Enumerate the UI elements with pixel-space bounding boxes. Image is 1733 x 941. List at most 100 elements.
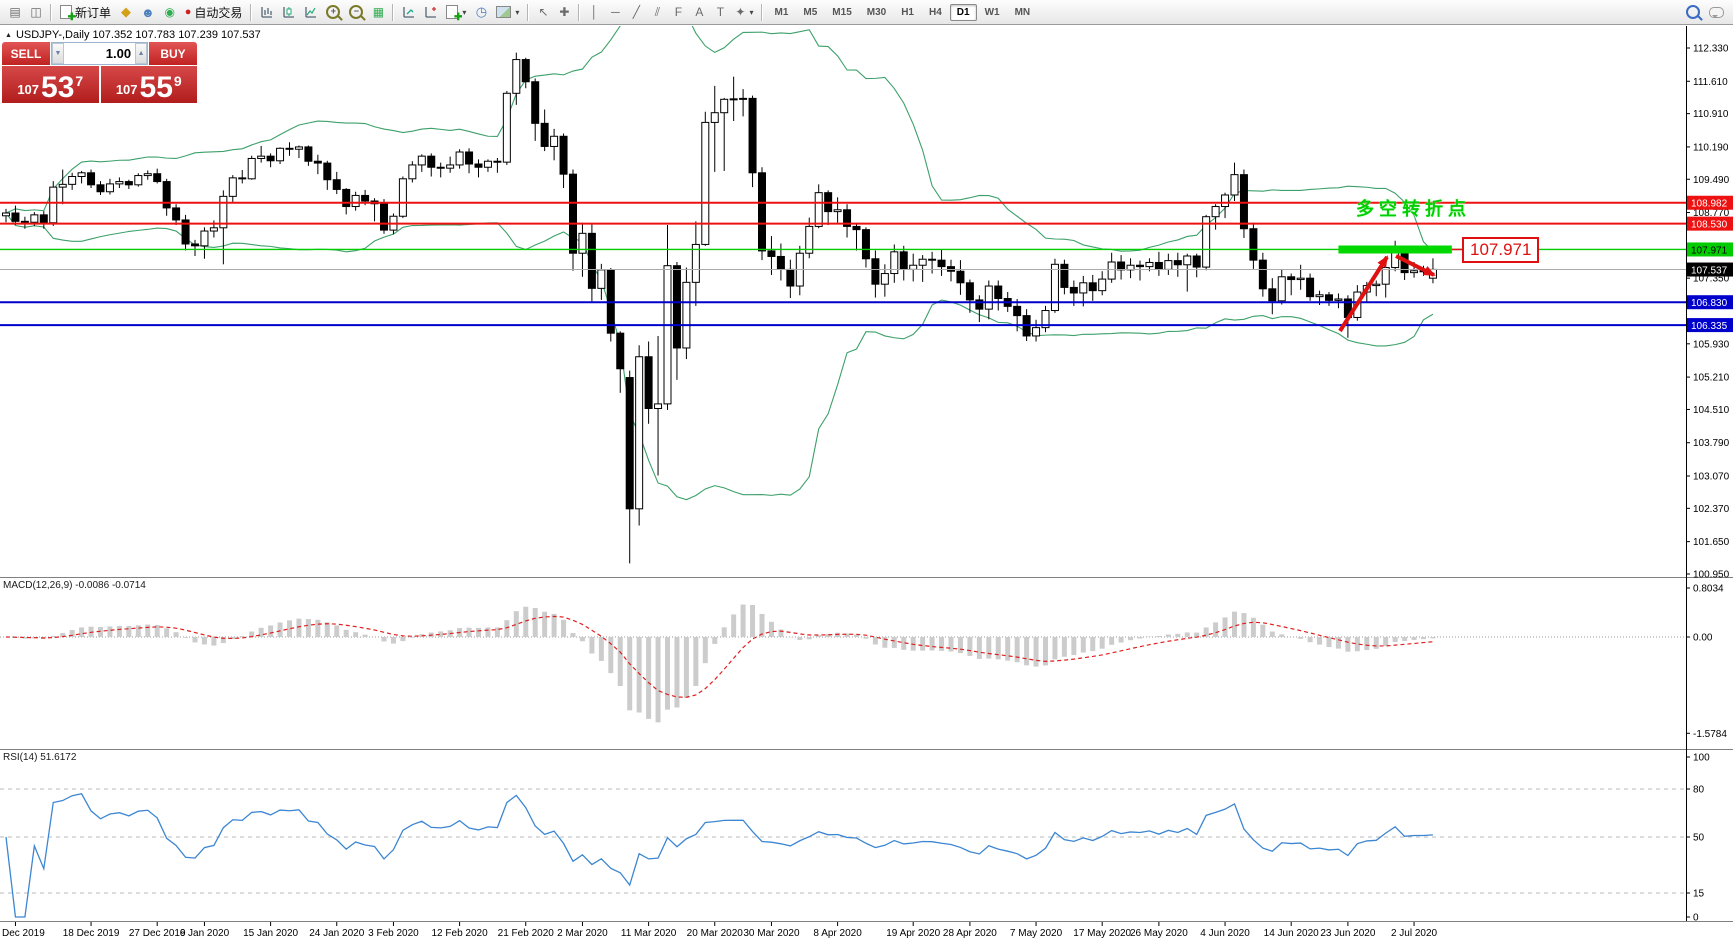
new-order-label: 新订单 <box>75 4 111 21</box>
candle <box>1184 256 1191 265</box>
candle <box>768 251 775 257</box>
horizontal-line-button[interactable]: ─ <box>605 2 625 22</box>
vertical-line-button[interactable]: │ <box>584 2 604 22</box>
chat-button[interactable] <box>1705 2 1728 22</box>
new-order-button[interactable]: ✚ 新订单 <box>56 2 115 22</box>
timeframe-m5[interactable]: M5 <box>796 4 824 21</box>
axis-tick-label: 0.8034 <box>1693 583 1724 594</box>
data-window-button[interactable]: ◫ <box>26 2 46 22</box>
buy-price-button[interactable]: 107 55 9 <box>101 66 198 103</box>
date-label: 21 Feb 2020 <box>498 928 555 939</box>
tile-windows-icon: ▦ <box>373 5 384 19</box>
indicators-button[interactable] <box>398 2 419 22</box>
date-label: Dec 2019 <box>2 928 45 939</box>
candle <box>570 174 577 253</box>
candle <box>229 178 236 196</box>
text-button[interactable]: A <box>689 2 709 22</box>
candle <box>1240 175 1247 229</box>
candle <box>711 113 718 123</box>
autotrading-button[interactable]: ● 自动交易 <box>181 2 247 22</box>
svg-text:106.335: 106.335 <box>1691 321 1728 332</box>
date-label: 11 Mar 2020 <box>621 928 677 939</box>
volume-input[interactable] <box>64 43 135 64</box>
candle <box>1051 264 1058 310</box>
axis-tick-label: 110.910 <box>1693 109 1729 120</box>
trend-arrow-1[interactable] <box>1340 257 1387 331</box>
metaeditor-icon: ◆ <box>121 4 131 20</box>
indicators-icon <box>402 6 415 19</box>
candle <box>551 136 558 146</box>
candle <box>173 208 180 220</box>
candle <box>881 274 888 285</box>
candle <box>749 98 756 172</box>
chinese-annotation: 多空转折点 <box>1356 195 1471 221</box>
candle <box>702 122 709 244</box>
axis-tick-label: 104.510 <box>1693 405 1730 416</box>
candle <box>248 158 255 178</box>
volume-control: ▼ ▲ <box>51 42 148 65</box>
candle <box>891 252 898 274</box>
sell-price-button[interactable]: 107 53 7 <box>2 66 99 103</box>
add-chart-button[interactable]: ✚ ▾ <box>442 2 470 22</box>
axis-tick-label: 110.190 <box>1693 142 1729 153</box>
timeframe-m30[interactable]: M30 <box>860 4 893 21</box>
buy-button[interactable]: BUY <box>149 42 197 65</box>
template-icon <box>496 6 511 18</box>
candlestick-button[interactable] <box>278 2 299 22</box>
zoom-out-button[interactable]: − <box>345 2 367 22</box>
candle <box>513 60 520 94</box>
one-click-trading-panel: SELL ▼ ▲ BUY 107 53 7 107 55 9 <box>2 42 197 103</box>
axis-tick-label: 105.930 <box>1693 339 1730 350</box>
templates-button[interactable]: ▾ <box>492 2 523 22</box>
zoom-in-button[interactable]: + <box>322 2 344 22</box>
timeframe-m1[interactable]: M1 <box>767 4 795 21</box>
timeframe-w1[interactable]: W1 <box>978 4 1007 21</box>
candle <box>97 185 104 192</box>
candle <box>645 357 652 409</box>
timeframe-mn[interactable]: MN <box>1008 4 1038 21</box>
text-label-button[interactable]: T <box>710 2 730 22</box>
date-label: 15 Jan 2020 <box>243 928 298 939</box>
crosshair-button[interactable]: ✚ <box>554 2 574 22</box>
chevron-down-icon: ▾ <box>462 8 466 17</box>
candle <box>777 256 784 269</box>
timeframe-m15[interactable]: M15 <box>825 4 858 21</box>
add-indicator-button[interactable] <box>420 2 441 22</box>
market-watch-button[interactable]: ▤ <box>5 2 25 22</box>
autotrading-label: 自动交易 <box>194 4 242 21</box>
macd-signal-line <box>6 616 1433 697</box>
community-button[interactable]: ☻ <box>137 2 159 22</box>
period-button[interactable]: ◷ <box>471 2 491 22</box>
candle <box>560 136 567 174</box>
rsi-label: RSI(14) 51.6172 <box>3 752 76 763</box>
candle <box>985 286 992 309</box>
vertical-line-icon: │ <box>591 5 599 19</box>
line-chart-button[interactable] <box>300 2 321 22</box>
candle <box>88 173 95 185</box>
volume-up-button[interactable]: ▲ <box>135 43 147 64</box>
shapes-button[interactable]: ✦ ▾ <box>731 2 757 22</box>
channel-button[interactable]: ⫽ <box>647 2 667 22</box>
signals-button[interactable]: ◉ <box>160 2 180 22</box>
candle <box>59 184 66 187</box>
trendline-button[interactable]: ╱ <box>626 2 646 22</box>
timeframe-h4[interactable]: H4 <box>922 4 949 21</box>
candle <box>673 266 680 348</box>
timeframe-h1[interactable]: H1 <box>894 4 921 21</box>
timeframe-d1[interactable]: D1 <box>950 4 977 21</box>
candle <box>466 152 473 164</box>
toolbar-separator <box>578 4 580 21</box>
metaeditor-button[interactable]: ◆ <box>116 2 136 22</box>
cursor-button[interactable]: ↖ <box>533 2 553 22</box>
tile-windows-button[interactable]: ▦ <box>368 2 388 22</box>
bar-chart-button[interactable] <box>256 2 277 22</box>
candle <box>381 204 388 230</box>
chart-canvas[interactable]: 112.330111.610110.910110.190109.490108.7… <box>0 0 1733 941</box>
candle <box>69 176 76 184</box>
autotrading-icon: ● <box>185 6 192 18</box>
candle <box>938 260 945 266</box>
sell-button[interactable]: SELL <box>2 42 50 65</box>
search-button[interactable] <box>1682 2 1704 22</box>
volume-down-button[interactable]: ▼ <box>52 43 64 64</box>
fibonacci-button[interactable]: F <box>668 2 688 22</box>
